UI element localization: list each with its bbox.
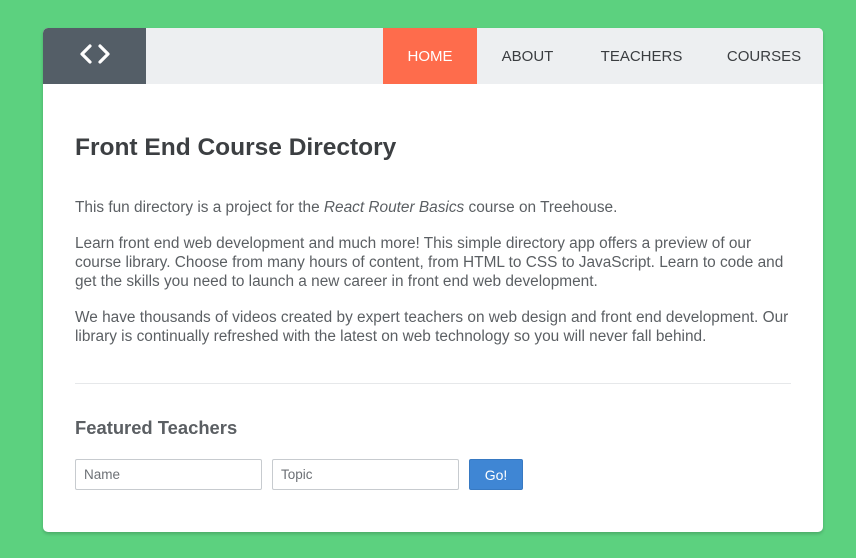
nav-about[interactable]: ABOUT: [477, 28, 578, 84]
section-divider: [75, 383, 791, 384]
main-content: Front End Course Directory This fun dire…: [43, 133, 823, 490]
library-paragraph: We have thousands of videos created by e…: [75, 309, 789, 345]
page-title: Front End Course Directory: [75, 134, 397, 161]
nav-teachers[interactable]: TEACHERS: [578, 28, 705, 84]
code-brackets-icon: [79, 43, 111, 69]
teacher-search-form: Go!: [75, 459, 791, 490]
name-input[interactable]: [75, 459, 262, 490]
course-name: React Router Basics: [323, 199, 465, 216]
description-paragraph: Learn front end web development and much…: [75, 235, 784, 290]
go-button[interactable]: Go!: [469, 459, 523, 490]
nav-courses[interactable]: COURSES: [705, 28, 823, 84]
main-nav: HOME ABOUT TEACHERS COURSES: [383, 28, 823, 84]
topic-input[interactable]: [272, 459, 459, 490]
header: HOME ABOUT TEACHERS COURSES: [43, 28, 823, 84]
logo[interactable]: [43, 28, 146, 84]
nav-home[interactable]: HOME: [383, 28, 477, 84]
intro-paragraph: This fun directory is a project for the …: [75, 198, 791, 217]
intro-text-after: course on Treehouse.: [464, 199, 618, 216]
page-container: HOME ABOUT TEACHERS COURSES Front End Co…: [43, 28, 823, 532]
featured-teachers-title: Featured Teachers: [75, 417, 238, 438]
intro-text-before: This fun directory is a project for the: [75, 199, 324, 216]
